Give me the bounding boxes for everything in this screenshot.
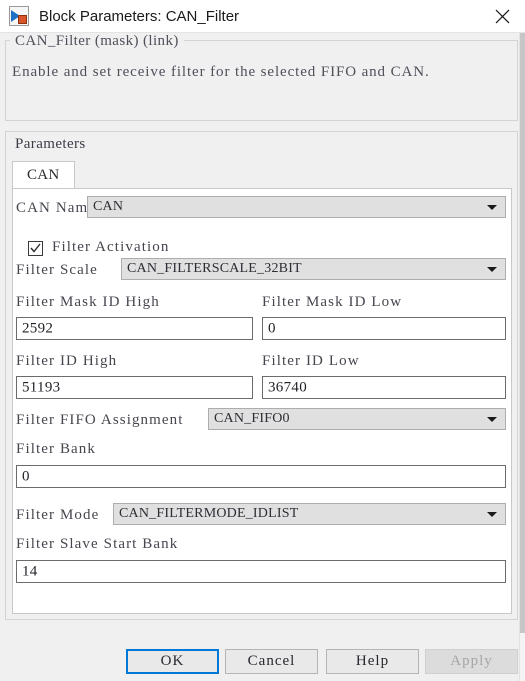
combobox-filter-fifo-assignment[interactable]: CAN_FIFO0 [208, 408, 506, 430]
description-text: Enable and set receive filter for the se… [12, 64, 430, 80]
label-filter-mask-id-low: Filter Mask ID Low [262, 294, 403, 310]
combobox-filter-mode-value: CAN_FILTERMODE_IDLIST [119, 506, 299, 521]
help-button[interactable]: Help [326, 649, 419, 674]
parameters-legend: Parameters [10, 136, 91, 153]
label-filter-fifo-assignment: Filter FIFO Assignment [16, 412, 184, 428]
label-filter-scale: Filter Scale [16, 262, 98, 278]
textbox-filter-slave-start-bank[interactable]: 14 [16, 560, 506, 583]
textbox-filter-mask-id-low-value: 0 [268, 320, 276, 336]
simulink-block-icon [9, 6, 29, 26]
chevron-down-icon [487, 417, 497, 422]
textbox-filter-bank[interactable]: 0 [16, 465, 506, 488]
label-filter-mode: Filter Mode [16, 507, 100, 523]
combobox-can-name-value: CAN [93, 199, 124, 214]
checkbox-filter-activation[interactable] [28, 241, 43, 256]
label-filter-bank: Filter Bank [16, 441, 97, 457]
chevron-down-icon [487, 205, 497, 210]
label-filter-id-low: Filter ID Low [262, 353, 360, 369]
title-bar: Block Parameters: CAN_Filter [0, 0, 525, 33]
label-filter-id-high: Filter ID High [16, 353, 118, 369]
combobox-filter-fifo-assignment-value: CAN_FIFO0 [214, 411, 290, 426]
close-button[interactable] [479, 0, 525, 32]
label-filter-mask-id-high: Filter Mask ID High [16, 294, 160, 310]
description-legend: CAN_Filter (mask) (link) [10, 33, 184, 50]
textbox-filter-id-low-value: 36740 [268, 379, 307, 395]
textbox-filter-id-high[interactable]: 51193 [16, 376, 253, 399]
cancel-button[interactable]: Cancel [225, 649, 318, 674]
vertical-scrollbar[interactable] [519, 33, 525, 681]
label-can-name: CAN Name [16, 200, 97, 216]
tab-can[interactable]: CAN [12, 161, 75, 188]
textbox-filter-slave-start-bank-value: 14 [22, 563, 38, 579]
close-icon [495, 9, 509, 23]
checkmark-icon [30, 243, 41, 253]
label-filter-activation: Filter Activation [52, 239, 170, 255]
chevron-down-icon [487, 512, 497, 517]
textbox-filter-mask-id-high-value: 2592 [22, 320, 54, 336]
apply-button: Apply [425, 649, 518, 674]
tab-panel-can: CAN Name CAN Filter Activation Filter Sc… [12, 188, 512, 614]
dialog-button-bar: OK Cancel Help Apply [0, 640, 525, 681]
combobox-filter-scale[interactable]: CAN_FILTERSCALE_32BIT [121, 258, 506, 280]
vertical-scrollbar-thumb[interactable] [520, 33, 525, 633]
textbox-filter-id-high-value: 51193 [22, 379, 61, 395]
block-parameters-dialog: Block Parameters: CAN_Filter CAN_Filter … [0, 0, 525, 681]
window-title: Block Parameters: CAN_Filter [39, 7, 240, 25]
tab-strip: CAN [12, 161, 512, 188]
ok-button[interactable]: OK [126, 649, 219, 674]
textbox-filter-bank-value: 0 [22, 468, 30, 484]
combobox-filter-mode[interactable]: CAN_FILTERMODE_IDLIST [113, 503, 506, 525]
textbox-filter-mask-id-low[interactable]: 0 [262, 317, 506, 340]
combobox-can-name[interactable]: CAN [87, 196, 506, 218]
chevron-down-icon [487, 267, 497, 272]
textbox-filter-mask-id-high[interactable]: 2592 [16, 317, 253, 340]
textbox-filter-id-low[interactable]: 36740 [262, 376, 506, 399]
icon-square-shape [18, 15, 27, 24]
label-filter-slave-start-bank: Filter Slave Start Bank [16, 536, 179, 552]
combobox-filter-scale-value: CAN_FILTERSCALE_32BIT [127, 261, 302, 276]
